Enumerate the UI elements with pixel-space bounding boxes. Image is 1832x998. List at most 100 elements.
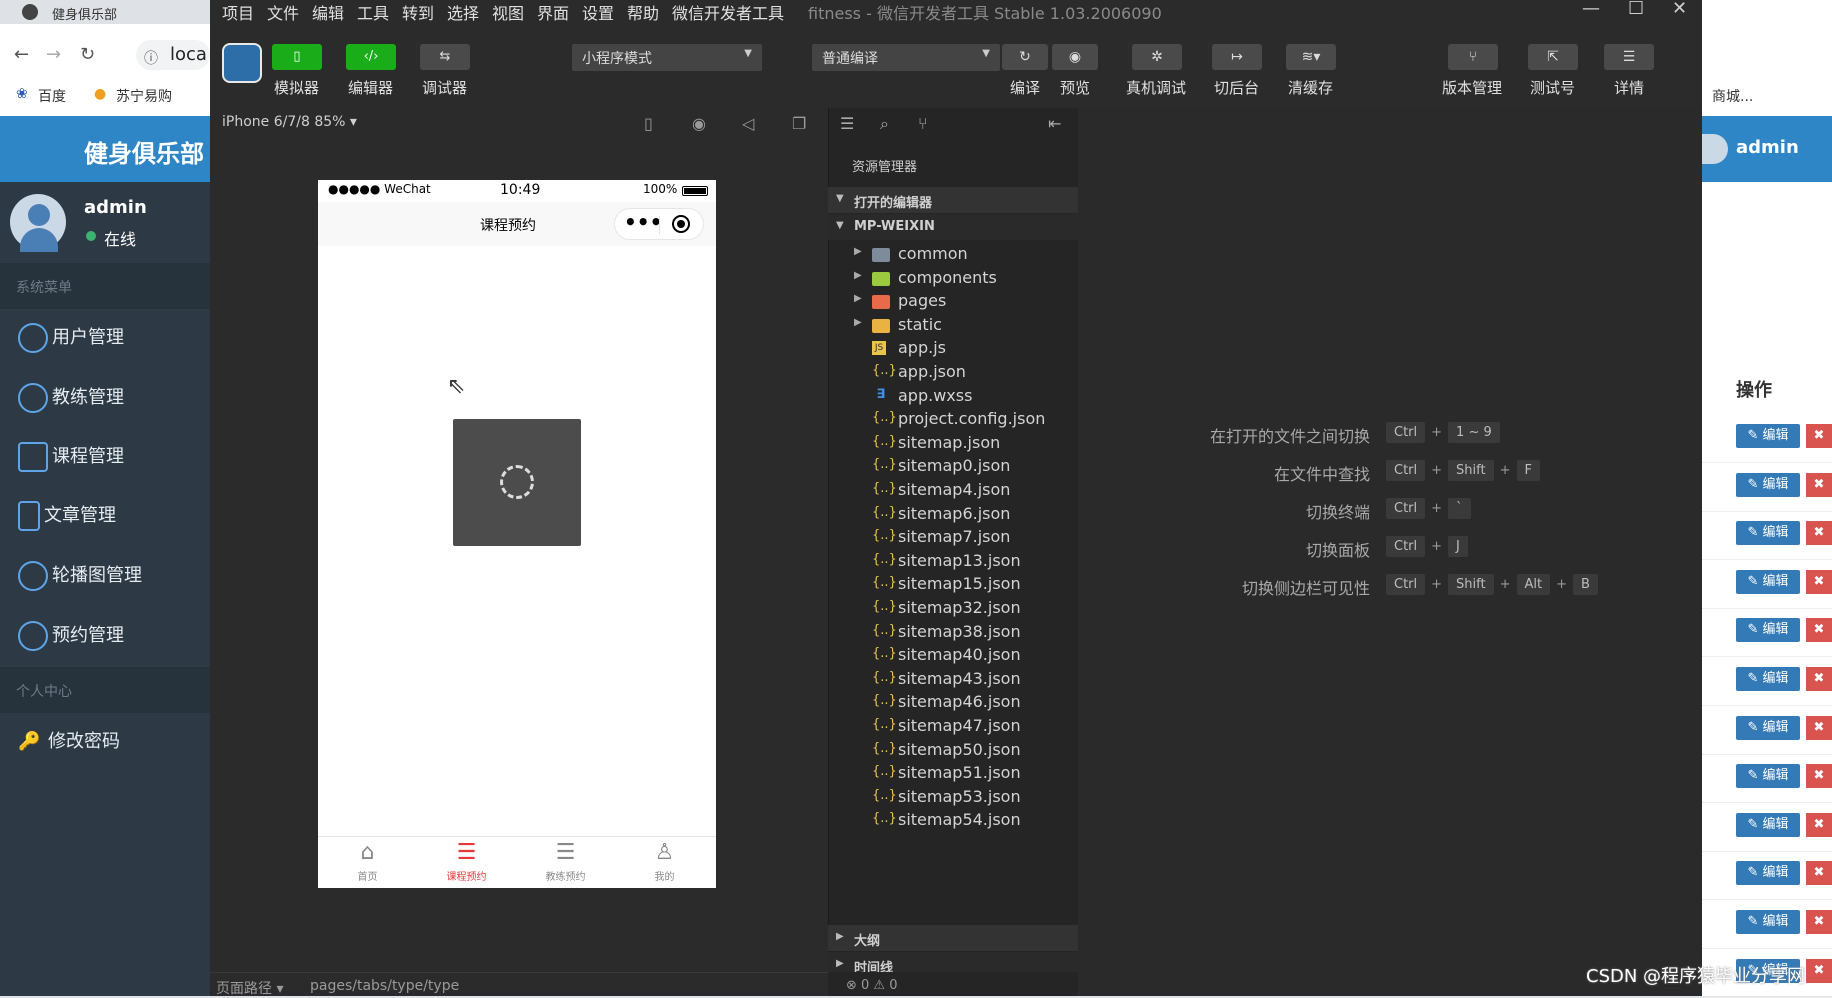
delete-button[interactable]: ✖ bbox=[1806, 959, 1832, 983]
root-folder[interactable]: ▼ MP-WEIXIN bbox=[828, 214, 1078, 240]
delete-button[interactable]: ✖ bbox=[1806, 521, 1832, 545]
menu-select[interactable]: 选择 bbox=[447, 0, 479, 24]
menu-view[interactable]: 视图 bbox=[492, 0, 524, 24]
reload-icon[interactable]: ↻ bbox=[80, 44, 95, 65]
delete-button[interactable]: ✖ bbox=[1806, 861, 1832, 885]
menu-wechat-devtools[interactable]: 微信开发者工具 bbox=[672, 0, 784, 24]
preview-button[interactable]: 预览 bbox=[1060, 77, 1090, 98]
tree-file[interactable]: {..} sitemap0.json bbox=[828, 454, 1078, 481]
collapse-panel-icon[interactable]: ⇤ bbox=[1048, 114, 1061, 133]
edit-button[interactable]: ✎ 编辑 bbox=[1736, 861, 1800, 885]
remote-debug-button[interactable]: 真机调试 bbox=[1126, 77, 1186, 98]
more-icon[interactable]: ••• bbox=[624, 210, 662, 234]
menu-item-change-password[interactable]: 🔑 修改密码 bbox=[18, 727, 120, 753]
edit-button[interactable]: ✎ 编辑 bbox=[1736, 764, 1800, 788]
page-path-label[interactable]: 页面路径 ▾ bbox=[216, 978, 283, 998]
back-icon[interactable]: ← bbox=[14, 44, 29, 65]
tree-file[interactable]: {..} sitemap32.json bbox=[828, 596, 1078, 623]
tree-file[interactable]: {..} sitemap4.json bbox=[828, 478, 1078, 505]
layers-icon[interactable]: ≋▾ bbox=[1286, 44, 1336, 70]
window-icon[interactable]: ❐ bbox=[792, 114, 806, 133]
eye-icon[interactable]: ◉ bbox=[1052, 44, 1098, 70]
background-button[interactable]: 切后台 bbox=[1214, 77, 1259, 98]
menu-project[interactable]: 项目 bbox=[222, 0, 254, 24]
menu-item-users[interactable]: 用户管理 bbox=[18, 323, 124, 353]
switch-background-icon[interactable]: ↦ bbox=[1212, 44, 1262, 70]
simulator-button[interactable]: 模拟器 bbox=[274, 77, 319, 98]
edit-button[interactable]: ✎ 编辑 bbox=[1736, 521, 1800, 545]
menu-goto[interactable]: 转到 bbox=[402, 0, 434, 24]
edit-button[interactable]: ✎ 编辑 bbox=[1736, 716, 1800, 740]
menu-item-coaches[interactable]: 教练管理 bbox=[18, 383, 124, 413]
edit-button[interactable]: ✎ 编辑 bbox=[1736, 424, 1800, 448]
phone-icon[interactable]: ▯ bbox=[272, 44, 322, 70]
refresh-icon[interactable]: ↻ bbox=[1002, 44, 1048, 70]
edit-button[interactable]: ✎ 编辑 bbox=[1736, 667, 1800, 691]
bookmark-suning[interactable]: 苏宁易购 bbox=[116, 86, 172, 106]
menu-item-courses[interactable]: 课程管理 bbox=[18, 442, 124, 472]
tree-file[interactable]: {..} sitemap46.json bbox=[828, 690, 1078, 717]
tree-file[interactable]: {..} project.config.json bbox=[828, 407, 1078, 434]
menu-edit[interactable]: 编辑 bbox=[312, 0, 344, 24]
delete-button[interactable]: ✖ bbox=[1806, 764, 1832, 788]
tree-file[interactable]: {..} sitemap7.json bbox=[828, 525, 1078, 552]
edit-button[interactable]: ✎ 编辑 bbox=[1736, 473, 1800, 497]
debugger-button[interactable]: 调试器 bbox=[422, 77, 467, 98]
menu-interface[interactable]: 界面 bbox=[537, 0, 569, 24]
tree-file[interactable]: {..} sitemap15.json bbox=[828, 572, 1078, 599]
menu-icon[interactable]: ☰ bbox=[1604, 44, 1654, 70]
delete-button[interactable]: ✖ bbox=[1806, 473, 1832, 497]
tab-home[interactable]: ⌂ 首页 bbox=[318, 838, 417, 883]
debug-icon[interactable]: ⇆ bbox=[420, 44, 470, 70]
delete-button[interactable]: ✖ bbox=[1806, 667, 1832, 691]
branch-icon[interactable]: ⑂ bbox=[1448, 44, 1498, 70]
tree-file[interactable]: {..} sitemap47.json bbox=[828, 714, 1078, 741]
menu-file[interactable]: 文件 bbox=[267, 0, 299, 24]
edit-button[interactable]: ✎ 编辑 bbox=[1736, 618, 1800, 642]
delete-button[interactable]: ✖ bbox=[1806, 618, 1832, 642]
tab-mine[interactable]: ♙ 我的 bbox=[615, 838, 714, 883]
edit-button[interactable]: ✎ 编辑 bbox=[1736, 570, 1800, 594]
tree-folder[interactable]: ▶ common bbox=[828, 242, 1078, 269]
record-icon[interactable]: ◉ bbox=[692, 114, 706, 133]
edit-button[interactable]: ✎ 编辑 bbox=[1736, 813, 1800, 837]
tree-file[interactable]: JS app.js bbox=[828, 336, 1078, 363]
menu-tools[interactable]: 工具 bbox=[357, 0, 389, 24]
code-icon[interactable]: ‹/› bbox=[346, 44, 396, 70]
edit-button[interactable]: ✎ 编辑 bbox=[1736, 910, 1800, 934]
share-icon[interactable]: ⇱ bbox=[1528, 44, 1578, 70]
project-logo[interactable] bbox=[222, 43, 262, 83]
version-button[interactable]: 版本管理 bbox=[1442, 77, 1502, 98]
menu-item-carousel[interactable]: 轮播图管理 bbox=[18, 561, 142, 591]
bookmark-mall[interactable]: 商城... bbox=[1712, 86, 1753, 106]
forward-icon[interactable]: → bbox=[46, 44, 61, 65]
open-editors-section[interactable]: ▼ 打开的编辑器 bbox=[828, 187, 1078, 213]
tab-coach-booking[interactable]: ☰ 教练预约 bbox=[516, 838, 615, 883]
tab-course-booking[interactable]: ☰ 课程预约 bbox=[417, 838, 516, 883]
close-icon[interactable]: ✕ bbox=[1672, 0, 1687, 19]
problems-counter[interactable]: ⊗ 0 ⚠ 0 bbox=[846, 978, 898, 993]
topbar-username[interactable]: admin bbox=[1736, 137, 1799, 158]
menu-help[interactable]: 帮助 bbox=[627, 0, 659, 24]
delete-button[interactable]: ✖ bbox=[1806, 813, 1832, 837]
details-button[interactable]: 详情 bbox=[1614, 77, 1644, 98]
editor-button[interactable]: 编辑器 bbox=[348, 77, 393, 98]
menu-item-reservations[interactable]: 预约管理 bbox=[18, 621, 124, 651]
tree-file[interactable]: {..} sitemap51.json bbox=[828, 761, 1078, 788]
tree-folder[interactable]: ▶ pages bbox=[828, 289, 1078, 316]
volume-icon[interactable]: ◁ bbox=[742, 114, 754, 133]
menu-item-articles[interactable]: 文章管理 bbox=[18, 501, 116, 531]
clear-cache-button[interactable]: 清缓存 bbox=[1288, 77, 1333, 98]
mode-select[interactable]: 小程序模式 ▼ bbox=[572, 44, 762, 71]
git-icon[interactable]: ⑂ bbox=[918, 114, 928, 133]
device-select[interactable]: iPhone 6/7/8 85% ▾ bbox=[222, 114, 357, 130]
files-icon[interactable]: ☰ bbox=[840, 114, 854, 133]
compile-button[interactable]: 编译 bbox=[1010, 77, 1040, 98]
delete-button[interactable]: ✖ bbox=[1806, 910, 1832, 934]
tree-file[interactable]: {..} app.json bbox=[828, 360, 1078, 387]
bug-icon[interactable]: ✲ bbox=[1132, 44, 1182, 70]
delete-button[interactable]: ✖ bbox=[1806, 570, 1832, 594]
delete-button[interactable]: ✖ bbox=[1806, 716, 1832, 740]
tree-file[interactable]: {..} sitemap40.json bbox=[828, 643, 1078, 670]
search-icon[interactable]: ⌕ bbox=[880, 114, 889, 134]
